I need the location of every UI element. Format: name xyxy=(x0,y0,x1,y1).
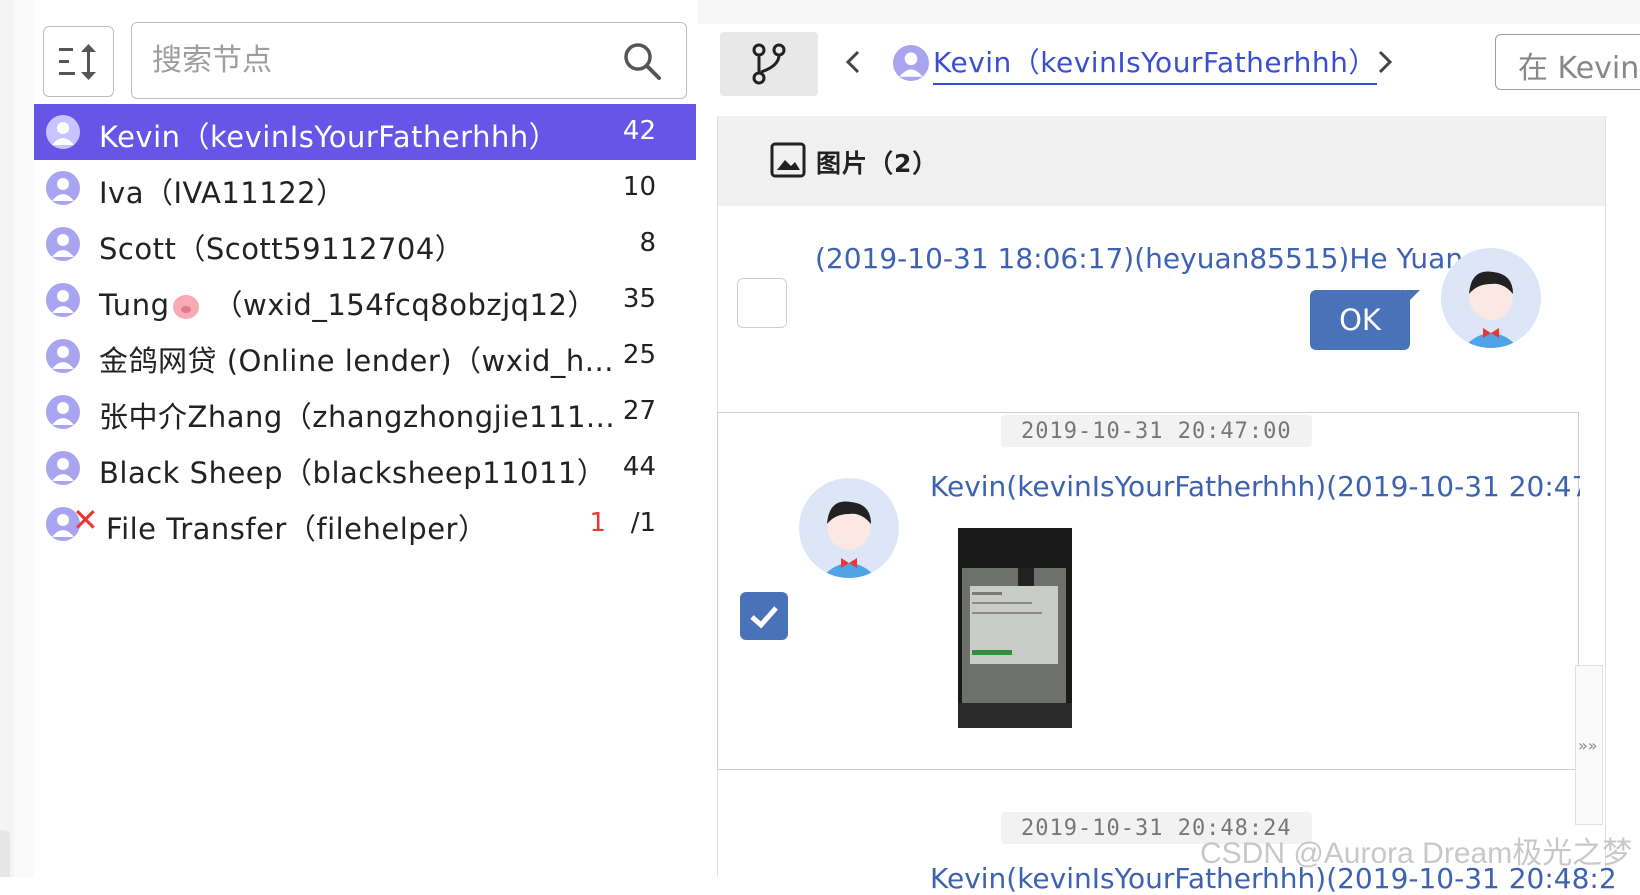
left-edge-tab[interactable] xyxy=(0,830,10,877)
message-selected-frame xyxy=(717,412,1579,770)
avatar xyxy=(46,283,80,317)
avatar xyxy=(46,451,80,485)
contact-name: 金鸽网贷 (Online lender)（wxid_h... xyxy=(99,344,614,378)
search-input[interactable] xyxy=(152,37,592,83)
sort-button[interactable] xyxy=(43,26,114,97)
message-checkbox[interactable] xyxy=(737,278,787,328)
contact-item[interactable]: Tung （wxid_154fcq8obzjq12） 35 xyxy=(34,272,696,328)
message-count: 44 xyxy=(622,452,656,482)
unread-count: 1 xyxy=(589,508,606,538)
panel-gap xyxy=(14,0,34,877)
contact-item[interactable]: 金鸽网贷 (Online lender)（wxid_h... 25 xyxy=(34,328,696,384)
contact-name: Scott（Scott59112704） xyxy=(99,232,465,266)
avatar xyxy=(893,45,929,81)
search-icon[interactable] xyxy=(622,41,662,81)
message-count: 27 xyxy=(622,396,656,426)
message-count: 35 xyxy=(622,284,656,314)
contact-name: Tung （wxid_154fcq8obzjq12） xyxy=(99,282,597,324)
search-field[interactable] xyxy=(131,22,687,99)
deleted-x-icon: ✕ xyxy=(72,501,99,539)
message-checkbox-checked[interactable] xyxy=(740,592,788,640)
scope-search-placeholder: 在 Kevin xyxy=(1518,51,1640,86)
sender-avatar xyxy=(799,478,899,578)
chevron-right-icon[interactable] xyxy=(1370,42,1400,82)
contact-name: Iva（IVA11122） xyxy=(99,176,346,210)
avatar xyxy=(46,339,80,373)
contact-item[interactable]: Scott（Scott59112704） 8 xyxy=(34,216,696,272)
message-panel-title: 图片（2） xyxy=(816,149,939,178)
avatar xyxy=(46,395,80,429)
contact-item[interactable]: Black Sheep（blacksheep11011） 44 xyxy=(34,440,696,496)
contact-name: Black Sheep（blacksheep11011） xyxy=(99,456,607,490)
contact-name: Kevin（kevinIsYourFatherhhh） xyxy=(99,120,559,154)
chevron-left-icon[interactable] xyxy=(838,42,868,82)
breadcrumb[interactable]: Kevin（kevinIsYourFatherhhh） xyxy=(893,40,1377,86)
contact-item[interactable]: Kevin（kevinIsYourFatherhhh） 42 xyxy=(34,104,696,160)
message-count: 10 xyxy=(622,172,656,202)
right-scroll-strip xyxy=(1605,116,1640,877)
expand-tab[interactable]: »» xyxy=(1575,665,1603,825)
message-count: /1 xyxy=(630,508,656,538)
pig-emoji-icon xyxy=(173,295,200,319)
contact-name: File Transfer（filehelper） xyxy=(106,512,488,546)
contact-item[interactable]: ✕ File Transfer（filehelper） 1 /1 xyxy=(34,496,696,552)
checkmark-icon xyxy=(750,606,778,629)
message-sender: (2019-10-31 18:06:17)(heyuan85515)He Yua… xyxy=(815,242,1464,275)
sort-icon xyxy=(58,43,96,80)
watermark: CSDN @Aurora Dream极光之梦 xyxy=(1200,837,1633,870)
message-image[interactable] xyxy=(958,528,1072,728)
toolbar-strip xyxy=(698,0,1640,24)
contact-item[interactable]: Iva（IVA11122） 10 xyxy=(34,160,696,216)
message-count: 25 xyxy=(622,340,656,370)
double-chevron-right-icon: »» xyxy=(1578,736,1598,755)
branch-icon xyxy=(752,43,786,85)
message-panel-header: 图片（2） xyxy=(718,116,1606,206)
contact-name-suffix: （wxid_154fcq8obzjq12） xyxy=(213,288,597,322)
image-icon xyxy=(770,142,806,178)
breadcrumb-link[interactable]: Kevin（kevinIsYourFatherhhh） xyxy=(933,41,1377,85)
contact-list: Kevin（kevinIsYourFatherhhh） 42 Iva（IVA11… xyxy=(34,104,696,552)
avatar xyxy=(46,227,80,261)
avatar xyxy=(46,171,80,205)
avatar xyxy=(46,115,80,149)
contact-name: 张中介Zhang（zhangzhongjie111... xyxy=(99,400,616,434)
message-bubble: OK xyxy=(1310,290,1420,350)
sender-avatar xyxy=(1441,248,1541,348)
message-count: 8 xyxy=(639,228,656,258)
message-sender: Kevin(kevinIsYourFatherhhh)(2019-10-31 2… xyxy=(930,470,1580,503)
left-edge-strip xyxy=(0,0,14,877)
message-count: 42 xyxy=(622,116,656,146)
time-divider: 2019-10-31 20:47:00 xyxy=(1001,415,1312,447)
scope-search-input[interactable]: 在 Kevin xyxy=(1495,34,1640,90)
branch-button[interactable] xyxy=(720,32,818,96)
contact-item[interactable]: 张中介Zhang（zhangzhongjie111... 27 xyxy=(34,384,696,440)
contact-name-prefix: Tung xyxy=(99,288,170,322)
